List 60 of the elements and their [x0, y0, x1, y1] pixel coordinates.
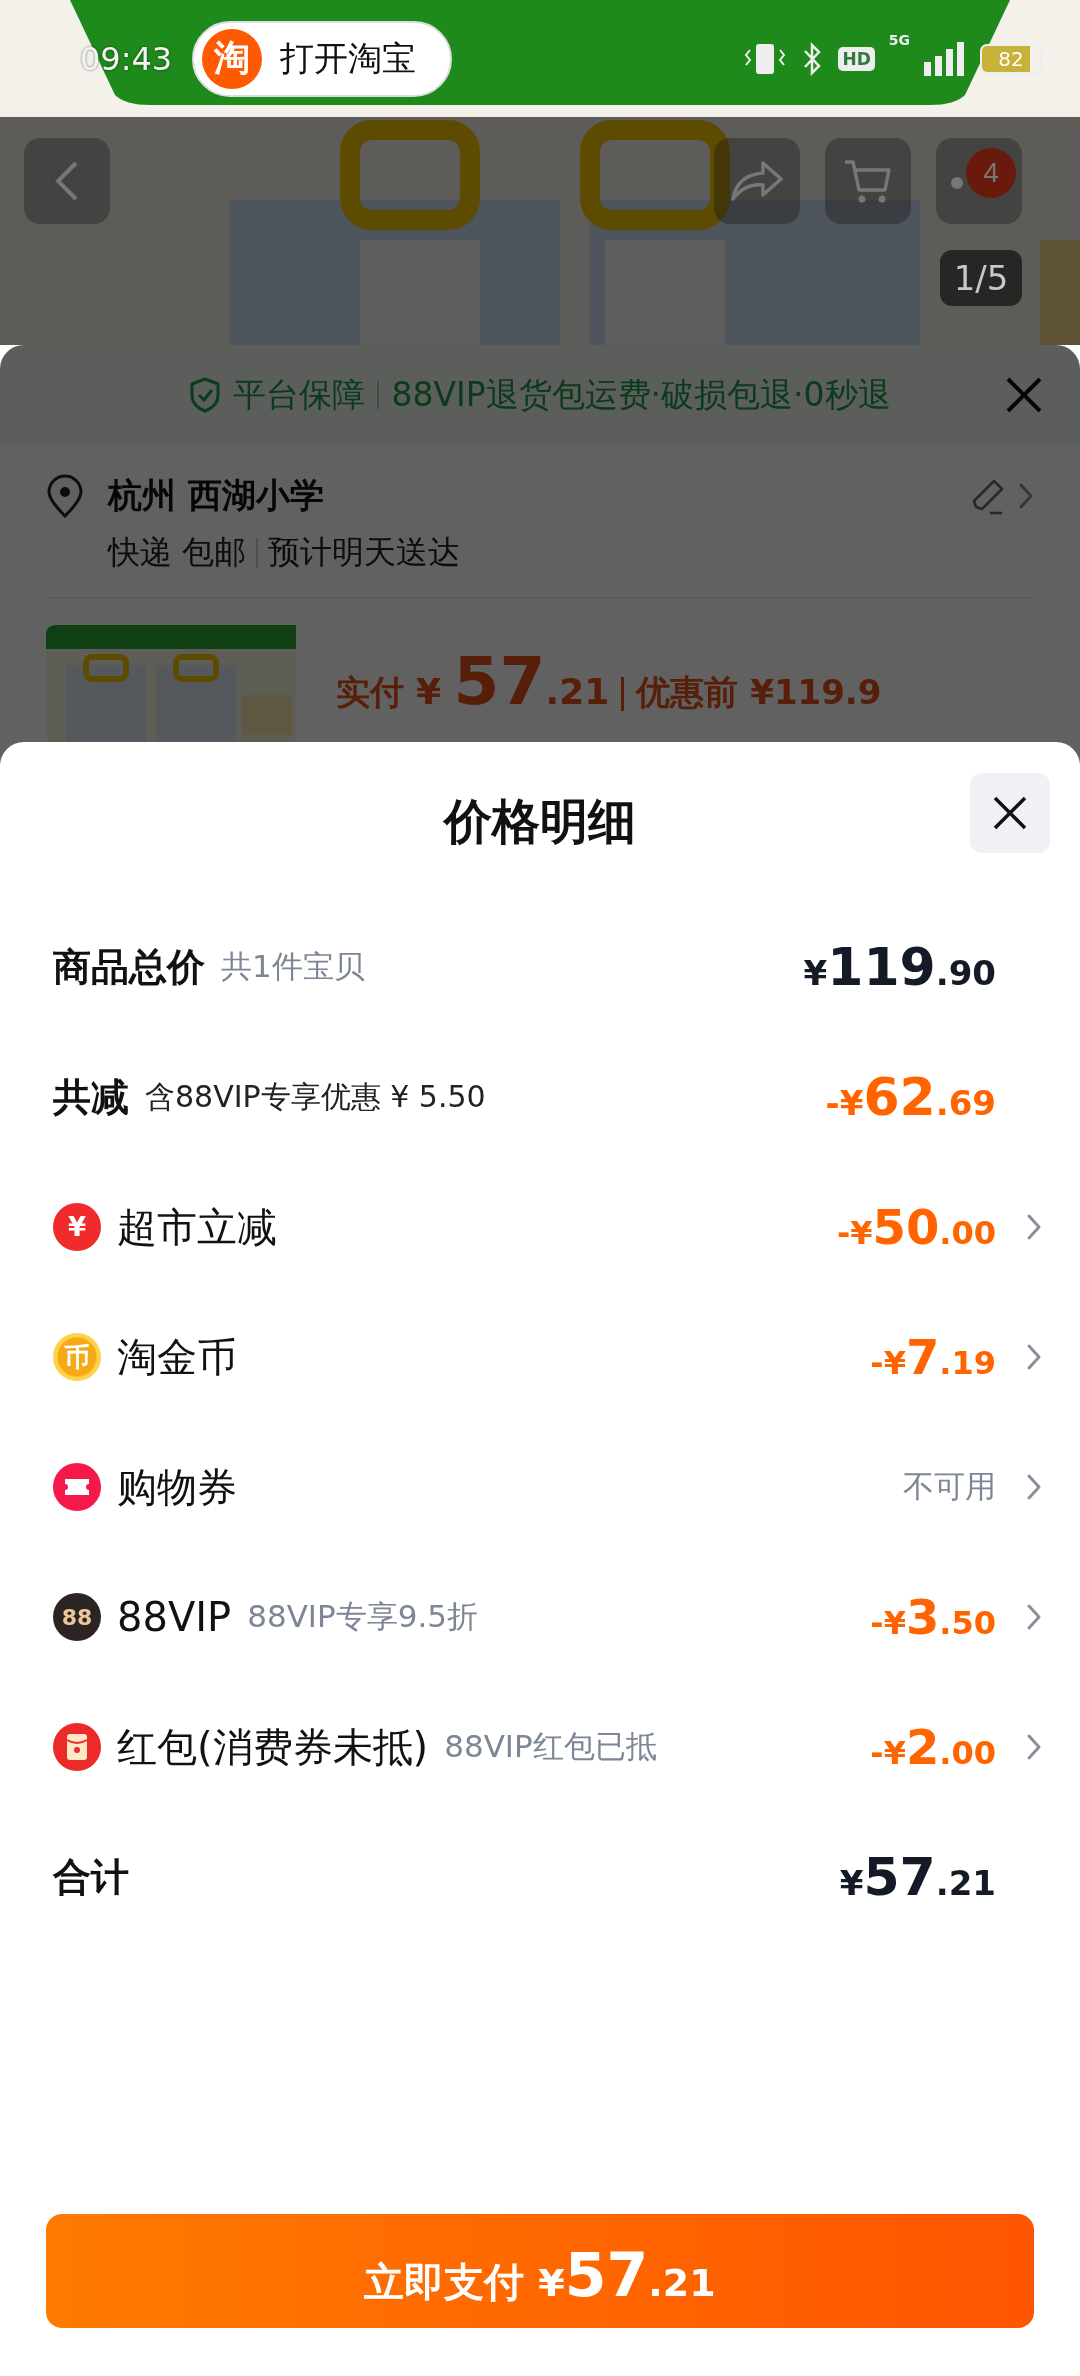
close-icon: [1004, 375, 1044, 415]
coin-icon: 币: [53, 1333, 101, 1381]
chevron-icon: [1018, 482, 1034, 510]
chevron-icon: [1026, 1213, 1042, 1241]
row-amount: -¥62.69: [825, 1067, 996, 1127]
delivery-address[interactable]: 杭州 西湖小学: [108, 473, 956, 519]
discount-amount: -¥3.50: [870, 1589, 996, 1645]
signal-icon: [924, 41, 966, 76]
battery-level: 82: [980, 43, 1042, 74]
chevron-icon: [1026, 1473, 1042, 1501]
chevron-icon: [1026, 1603, 1042, 1631]
more-button[interactable]: 4: [936, 138, 1022, 224]
location-pin-icon: [46, 474, 84, 518]
original-price-label: 优惠前: [636, 671, 739, 714]
delivery-estimate: 预计明天送达: [268, 532, 461, 573]
chevron-icon: [1026, 1343, 1042, 1371]
vip-icon: 88: [53, 1593, 101, 1641]
unavailable-text: 不可用: [903, 1467, 996, 1506]
app-logo-icon: 淘: [202, 28, 263, 89]
open-app-pill[interactable]: 淘 打开淘宝: [192, 20, 453, 97]
original-price: ¥119.9: [750, 672, 882, 712]
pay-now-button[interactable]: 立即支付 ¥57.21: [46, 2214, 1034, 2328]
guarantee-title: 平台保障: [233, 373, 366, 416]
shield-check-icon: [189, 377, 222, 413]
ticket-icon: [53, 1463, 101, 1511]
row-label: 超市立减: [117, 1202, 277, 1252]
image-counter: 1/5: [940, 250, 1022, 306]
share-button[interactable]: [714, 138, 800, 224]
total-amount: ¥57.21: [839, 1847, 996, 1907]
network-type: 5G: [888, 32, 910, 48]
row-label: 商品总价: [53, 943, 205, 991]
row-note: 含88VIP专享优惠 ¥ 5.50: [145, 1077, 486, 1116]
row-note: 共1件宝贝: [221, 947, 365, 986]
row-label: 淘金币: [117, 1332, 237, 1382]
row-label: 购物券: [117, 1462, 237, 1512]
total-label: 合计: [53, 1853, 129, 1901]
share-icon: [729, 159, 785, 203]
row-label: 共减: [53, 1073, 129, 1121]
hd-badge: HD: [838, 46, 875, 71]
yen-icon: ¥: [53, 1203, 101, 1251]
discount-amount: -¥2.00: [870, 1719, 996, 1775]
paid-label: 实付: [336, 671, 404, 714]
row-label: 红包(消费券未抵): [117, 1722, 429, 1772]
cart-button[interactable]: [825, 138, 911, 224]
row-note: 88VIP红包已抵: [444, 1727, 657, 1766]
row-note: 88VIP专享9.5折: [247, 1597, 478, 1636]
sheet-title: 价格明细: [444, 792, 636, 851]
shipping-method: 快递 包邮: [108, 532, 247, 573]
more-icon: [950, 176, 964, 190]
discount-amount: -¥7.19: [870, 1329, 996, 1385]
back-button[interactable]: [24, 138, 110, 224]
discount-amount: -¥50.00: [836, 1199, 996, 1255]
close-button[interactable]: [970, 773, 1050, 853]
row-label: 88VIP: [117, 1594, 232, 1640]
guarantee-text: 88VIP退货包运费·破损包退·0秒退: [391, 373, 891, 416]
paid-price: ¥ 57.21: [416, 643, 610, 720]
row-amount: ¥119.90: [803, 937, 996, 997]
chevron-icon: [1026, 1733, 1042, 1761]
envelope-icon: [53, 1723, 101, 1771]
close-icon: [992, 795, 1028, 831]
